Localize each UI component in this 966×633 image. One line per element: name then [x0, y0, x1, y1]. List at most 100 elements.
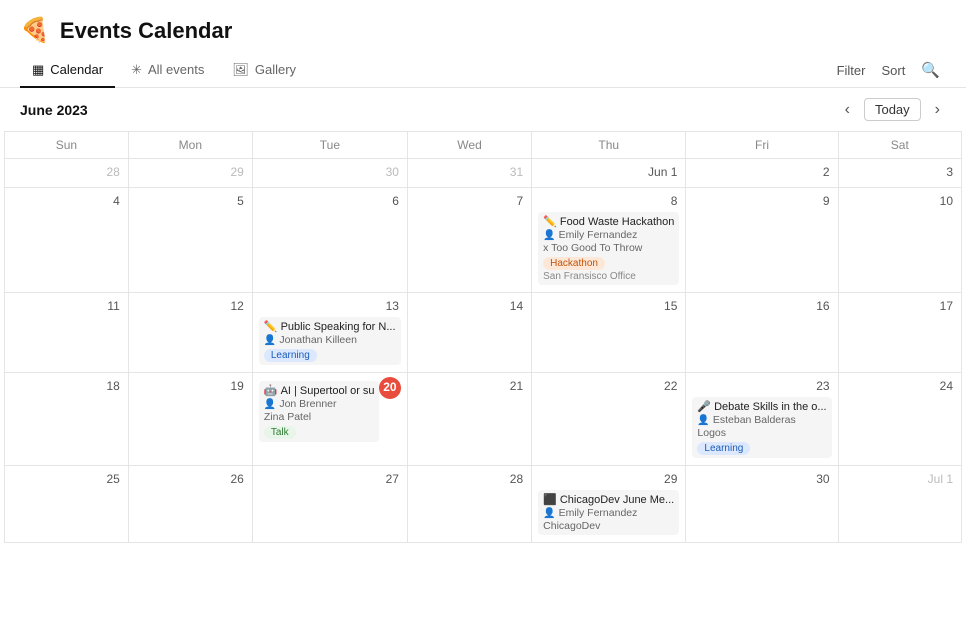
calendar-day-cell[interactable]: 28 — [5, 159, 129, 188]
event-card[interactable]: 🤖 AI | Supertool or supe...👤 Jon Brenner… — [259, 381, 379, 442]
gallery-tab-label: Gallery — [255, 62, 296, 77]
prev-month-button[interactable]: ‹ — [839, 99, 856, 121]
day-number: 7 — [414, 192, 525, 212]
calendar-day-cell[interactable]: Jul 1 — [838, 466, 961, 543]
event-title: ⬛ ChicagoDev June Me... — [543, 493, 674, 506]
day-number: 23 — [692, 377, 831, 397]
weekday-mon: Mon — [128, 132, 252, 159]
calendar-day-cell[interactable]: 28 — [407, 466, 531, 543]
calendar-container: Sun Mon Tue Wed Thu Fri Sat 28293031Jun … — [0, 131, 966, 543]
event-title: ✏️ Public Speaking for N... — [264, 320, 396, 333]
event-sub: x Too Good To Throw — [543, 242, 674, 254]
event-card[interactable]: ✏️ Public Speaking for N...👤 Jonathan Ki… — [259, 317, 401, 365]
calendar-toolbar: June 2023 ‹ Today › — [0, 88, 966, 131]
calendar-day-cell[interactable]: 18 — [5, 373, 129, 466]
sort-button[interactable]: Sort — [875, 55, 911, 86]
day-number: 8 — [538, 192, 679, 212]
event-tag: Learning — [697, 442, 750, 455]
search-button[interactable]: 🔍 — [915, 53, 946, 87]
day-number: 30 — [259, 163, 401, 183]
event-card[interactable]: 🎤 Debate Skills in the o...👤 Esteban Bal… — [692, 397, 831, 458]
day-number: 24 — [845, 377, 955, 397]
today-button[interactable]: Today — [864, 98, 921, 121]
event-emoji: ✏️ — [543, 215, 557, 228]
calendar-day-cell[interactable]: 27 — [252, 466, 407, 543]
day-number: 14 — [414, 297, 525, 317]
day-number: 6 — [259, 192, 401, 212]
day-number: 5 — [135, 192, 246, 212]
calendar-day-cell[interactable]: 19 — [128, 373, 252, 466]
calendar-day-cell[interactable]: 15 — [532, 293, 686, 373]
current-month-label: June 2023 — [20, 102, 88, 118]
event-sub: Zina Patel — [264, 411, 374, 423]
calendar-day-cell[interactable]: 30 — [252, 159, 407, 188]
event-emoji: ⬛ — [543, 493, 557, 506]
calendar-day-cell[interactable]: 6 — [252, 188, 407, 293]
day-number: 9 — [692, 192, 831, 212]
calendar-day-cell[interactable]: 13✏️ Public Speaking for N...👤 Jonathan … — [252, 293, 407, 373]
event-tag: Learning — [264, 349, 317, 362]
calendar-week-row: 45678✏️ Food Waste Hackathon👤 Emily Fern… — [5, 188, 962, 293]
tabs-bar: ▦ Calendar ✳ All events 🖼 Gallery Filter… — [0, 53, 966, 88]
nav-controls: ‹ Today › — [839, 98, 946, 121]
calendar-day-cell[interactable]: Jun 1 — [532, 159, 686, 188]
calendar-day-cell[interactable]: 16 — [686, 293, 838, 373]
calendar-day-cell[interactable]: 30 — [686, 466, 838, 543]
weekday-thu: Thu — [532, 132, 686, 159]
day-number: 31 — [414, 163, 525, 183]
weekday-sat: Sat — [838, 132, 961, 159]
day-number: 28 — [11, 163, 122, 183]
event-title: 🤖 AI | Supertool or supe... — [264, 384, 374, 397]
day-number: 17 — [845, 297, 955, 317]
calendar-day-cell[interactable]: 24 — [838, 373, 961, 466]
calendar-day-cell[interactable]: 29⬛ ChicagoDev June Me...👤 Emily Fernand… — [532, 466, 686, 543]
event-card[interactable]: ⬛ ChicagoDev June Me...👤 Emily Fernandez… — [538, 490, 679, 535]
day-number: 19 — [135, 377, 246, 397]
sort-label: Sort — [881, 63, 905, 78]
calendar-day-cell[interactable]: 7 — [407, 188, 531, 293]
calendar-day-cell[interactable]: 2 — [686, 159, 838, 188]
calendar-day-cell[interactable]: 8✏️ Food Waste Hackathon👤 Emily Fernande… — [532, 188, 686, 293]
event-sub: ChicagoDev — [543, 520, 674, 532]
weekday-tue: Tue — [252, 132, 407, 159]
app-title: Events Calendar — [60, 18, 232, 44]
calendar-day-cell[interactable]: 29 — [128, 159, 252, 188]
app-container: 🍕 Events Calendar ▦ Calendar ✳ All event… — [0, 0, 966, 543]
calendar-day-cell[interactable]: 12 — [128, 293, 252, 373]
day-number: 29 — [538, 470, 679, 490]
calendar-day-cell[interactable]: 11 — [5, 293, 129, 373]
day-number: 26 — [135, 470, 246, 490]
event-location: San Fransisco Office — [543, 271, 674, 282]
calendar-day-cell[interactable]: 9 — [686, 188, 838, 293]
calendar-day-cell[interactable]: 25 — [5, 466, 129, 543]
next-month-button[interactable]: › — [929, 99, 946, 121]
day-number: 11 — [11, 297, 122, 317]
calendar-day-cell[interactable]: 17 — [838, 293, 961, 373]
calendar-day-cell[interactable]: 31 — [407, 159, 531, 188]
day-number: 28 — [414, 470, 525, 490]
calendar-day-cell[interactable]: 3 — [838, 159, 961, 188]
event-host: 👤 Emily Fernandez — [543, 507, 674, 519]
event-card[interactable]: ✏️ Food Waste Hackathon👤 Emily Fernandez… — [538, 212, 679, 285]
calendar-day-cell[interactable]: 14 — [407, 293, 531, 373]
event-emoji: 🎤 — [697, 400, 711, 413]
event-host: 👤 Emily Fernandez — [543, 229, 674, 241]
filter-button[interactable]: Filter — [831, 55, 872, 86]
tab-all-events[interactable]: ✳ All events — [119, 54, 216, 88]
calendar-week-row: 28 29 30 31 Jun 1 23 — [5, 159, 962, 188]
calendar-day-cell[interactable]: 5 — [128, 188, 252, 293]
header: 🍕 Events Calendar — [0, 0, 966, 53]
day-number: 3 — [845, 163, 955, 183]
calendar-day-cell[interactable]: 10 — [838, 188, 961, 293]
calendar-day-cell[interactable]: 26 — [128, 466, 252, 543]
day-number: Jun 1 — [538, 163, 679, 183]
tab-calendar[interactable]: ▦ Calendar — [20, 54, 115, 88]
calendar-day-cell[interactable]: 20🤖 AI | Supertool or supe...👤 Jon Brenn… — [252, 373, 407, 466]
tab-gallery[interactable]: 🖼 Gallery — [220, 54, 308, 88]
weekday-wed: Wed — [407, 132, 531, 159]
day-number: 13 — [259, 297, 401, 317]
calendar-day-cell[interactable]: 23🎤 Debate Skills in the o...👤 Esteban B… — [686, 373, 838, 466]
calendar-day-cell[interactable]: 21 — [407, 373, 531, 466]
calendar-day-cell[interactable]: 22 — [532, 373, 686, 466]
calendar-day-cell[interactable]: 4 — [5, 188, 129, 293]
